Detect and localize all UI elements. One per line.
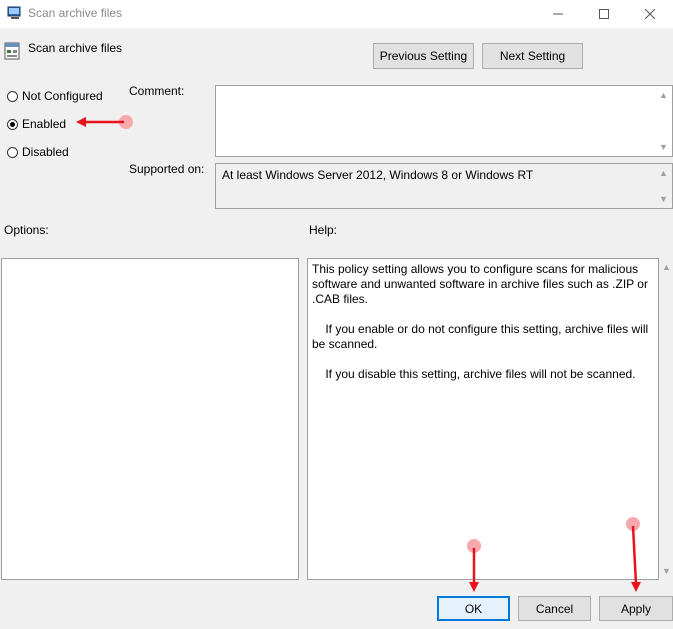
comment-label: Comment: xyxy=(129,84,185,98)
scroll-up-icon[interactable]: ▲ xyxy=(659,168,668,178)
radio-circle-selected[interactable] xyxy=(7,118,18,130)
radio-not-configured[interactable]: Not Configured xyxy=(7,89,103,103)
scroll-down-icon[interactable]: ▼ xyxy=(659,142,668,152)
radio-circle[interactable] xyxy=(7,90,18,102)
window-title: Scan archive files xyxy=(28,6,123,20)
previous-setting-button[interactable]: Previous Setting xyxy=(373,43,474,69)
help-scrollbar[interactable]: ▲ ▼ xyxy=(659,258,673,580)
close-button[interactable] xyxy=(627,0,673,28)
maximize-icon xyxy=(599,9,609,19)
radio-label-not-configured: Not Configured xyxy=(22,89,103,103)
enabled-arrow-annotation xyxy=(76,115,133,129)
supported-on-value: At least Windows Server 2012, Windows 8 … xyxy=(222,168,534,182)
policy-name: Scan archive files xyxy=(28,41,123,55)
radio-label-disabled: Disabled xyxy=(22,145,69,159)
maximize-button[interactable] xyxy=(581,0,627,28)
help-label: Help: xyxy=(309,223,338,237)
help-text: This policy setting allows you to config… xyxy=(312,262,649,381)
cancel-button[interactable]: Cancel xyxy=(518,596,591,621)
scroll-up-icon[interactable]: ▲ xyxy=(659,90,668,100)
close-icon xyxy=(645,9,655,19)
policy-window-icon xyxy=(7,5,23,21)
minimize-icon xyxy=(553,13,563,15)
scroll-down-icon[interactable]: ▼ xyxy=(662,566,671,576)
ok-button[interactable]: OK xyxy=(437,596,510,621)
comment-scrollbar[interactable]: ▲ ▼ xyxy=(655,86,672,156)
radio-label-enabled: Enabled xyxy=(22,117,67,131)
next-setting-button[interactable]: Next Setting xyxy=(482,43,583,69)
options-panel xyxy=(1,258,299,580)
apply-button[interactable]: Apply xyxy=(599,596,673,621)
scroll-down-icon[interactable]: ▼ xyxy=(659,194,668,204)
supported-scrollbar[interactable]: ▲ ▼ xyxy=(655,164,672,208)
radio-circle[interactable] xyxy=(7,146,18,158)
policy-setting-icon xyxy=(4,42,20,60)
scroll-up-icon[interactable]: ▲ xyxy=(662,262,671,272)
radio-disabled[interactable]: Disabled xyxy=(7,145,69,159)
comment-textarea[interactable]: ▲ ▼ xyxy=(215,85,673,157)
minimize-button[interactable] xyxy=(535,0,581,28)
options-label: Options: xyxy=(4,223,49,237)
supported-on-label: Supported on: xyxy=(129,162,205,176)
radio-enabled[interactable]: Enabled xyxy=(7,117,66,131)
